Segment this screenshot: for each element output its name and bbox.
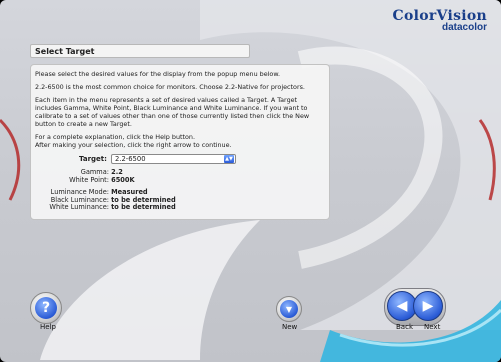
target-label: Target:: [79, 155, 107, 163]
target-details: Gamma: 2.2 White Point: 6500K: [51, 168, 135, 184]
next-button[interactable]: ▶: [413, 291, 443, 321]
target-select-value: 2.2-6500: [114, 155, 146, 163]
luminance-details: Luminance Mode: Measured Black Luminance…: [33, 188, 176, 212]
whitepoint-value: 6500K: [111, 175, 135, 184]
left-arrow-icon: ◀: [396, 298, 408, 314]
white-luminance-label: White Luminance:: [49, 203, 109, 212]
down-arrow-icon: ▼: [280, 300, 298, 318]
new-label: New: [282, 323, 298, 331]
instruction-text-4b: After making your selection, click the r…: [35, 141, 232, 149]
new-button[interactable]: ▼: [276, 296, 302, 322]
question-mark-icon: ?: [35, 297, 57, 319]
instruction-text-3: Each item in the menu represents a set o…: [35, 96, 310, 128]
colorvision-logo: ColorVision datacolor: [393, 8, 487, 33]
app-window: ColorVision datacolor Select Target Plea…: [0, 0, 501, 362]
next-label: Next: [424, 323, 441, 331]
target-row: Target: 2.2-6500 ▲▼: [79, 154, 236, 164]
page-title: Select Target: [30, 44, 250, 58]
instruction-text-1: Please select the desired values for the…: [35, 70, 281, 78]
instruction-text-2: 2.2-6500 is the most common choice for m…: [35, 83, 305, 91]
help-label: Help: [40, 323, 56, 331]
back-label: Back: [396, 323, 413, 331]
whitepoint-label: White Point:: [69, 175, 109, 184]
instructions-panel: Please select the desired values for the…: [30, 64, 330, 220]
updown-arrows-icon: ▲▼: [223, 155, 234, 163]
target-select[interactable]: 2.2-6500 ▲▼: [110, 154, 236, 164]
right-arrow-icon: ▶: [422, 298, 434, 314]
help-button[interactable]: ?: [30, 292, 62, 324]
instruction-text-4a: For a complete explanation, click the He…: [35, 133, 196, 141]
white-luminance-value: to be determined: [111, 203, 176, 212]
